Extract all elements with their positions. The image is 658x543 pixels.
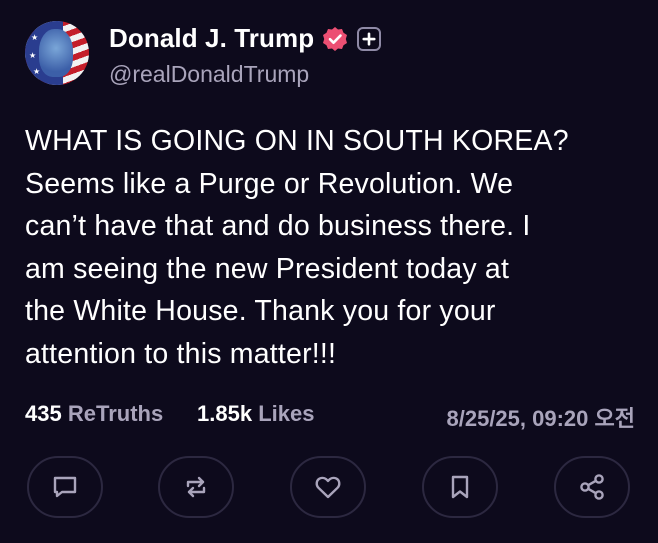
heart-icon — [315, 476, 341, 499]
bookmark-button[interactable] — [422, 456, 498, 518]
star-icon: ★ — [31, 33, 39, 42]
plus-badge-icon — [357, 26, 382, 51]
post-stats: 435 ReTruths 1.85k Likes 8/25/25, 09:20 … — [25, 401, 635, 431]
retruths-count: 435 — [25, 401, 62, 426]
post-actions — [25, 456, 631, 522]
post-timestamp: 8/25/25, 09:20 오전 — [446, 406, 636, 431]
likes-stat[interactable]: 1.85k Likes — [197, 401, 314, 427]
author-name-row: Donald J. Trump — [109, 23, 382, 54]
post-text: WHAT IS GOING ON IN SOUTH KOREA? Seems l… — [25, 125, 569, 370]
repost-icon — [186, 476, 206, 498]
avatar-portrait — [39, 29, 73, 77]
likes-count: 1.85k — [197, 401, 253, 426]
retruth-button[interactable] — [158, 456, 234, 518]
author-name[interactable]: Donald J. Trump — [109, 23, 314, 54]
share-button[interactable] — [554, 456, 630, 518]
avatar[interactable]: ★ ★ ★ — [25, 21, 89, 85]
verified-badge-icon — [322, 26, 348, 52]
star-icon: ★ — [29, 51, 37, 60]
retruths-stat[interactable]: 435 ReTruths — [25, 401, 163, 427]
comment-icon — [53, 476, 77, 498]
likes-label: Likes — [258, 401, 315, 426]
retruths-label: ReTruths — [67, 401, 164, 426]
like-button[interactable] — [290, 456, 366, 518]
share-icon — [580, 474, 604, 500]
star-icon: ★ — [33, 67, 41, 76]
post-header: ★ ★ ★ Donald J. Trump @realDonaldTrump — [25, 21, 645, 91]
author-handle[interactable]: @realDonaldTrump — [109, 61, 309, 88]
bookmark-icon — [451, 475, 469, 499]
reply-button[interactable] — [27, 456, 103, 518]
